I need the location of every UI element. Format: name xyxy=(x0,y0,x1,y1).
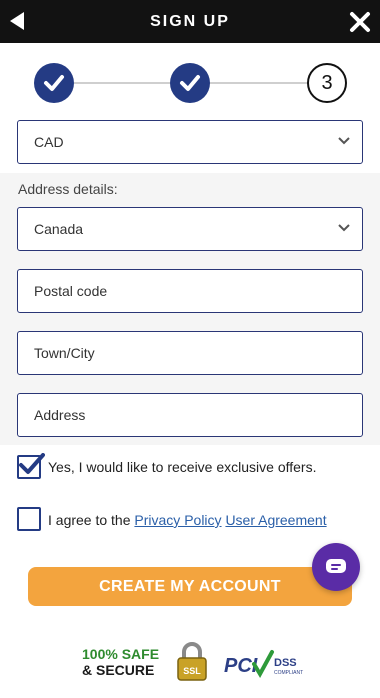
address-input[interactable]: Address xyxy=(17,393,363,437)
check-icon xyxy=(44,75,64,91)
ssl-lock-icon: SSL xyxy=(177,642,207,681)
offers-label: Yes, I would like to receive exclusive o… xyxy=(48,459,317,475)
currency-select[interactable]: CAD xyxy=(17,120,363,164)
agree-text: I agree to the Privacy Policy User Agree… xyxy=(48,512,327,528)
chat-button[interactable] xyxy=(312,543,360,591)
offers-checkbox[interactable] xyxy=(17,453,45,479)
agree-prefix: I agree to the xyxy=(48,512,131,528)
chat-icon xyxy=(326,559,346,573)
address-section-label: Address details: xyxy=(18,181,118,197)
user-agreement-link[interactable]: User Agreement xyxy=(225,512,326,528)
step-connector xyxy=(208,82,308,84)
chevron-down-icon xyxy=(338,224,350,232)
signup-screen: SIGN UP 3 CAD Address details: Canada Po… xyxy=(0,0,380,698)
city-input[interactable]: Town/City xyxy=(17,331,363,375)
step-2-complete xyxy=(170,63,210,103)
check-icon xyxy=(180,75,200,91)
compliant-text: COMPLIANT xyxy=(274,670,303,676)
privacy-policy-link[interactable]: Privacy Policy xyxy=(134,512,221,528)
postal-code-placeholder: Postal code xyxy=(34,283,108,299)
step-number: 3 xyxy=(321,71,333,94)
agree-checkbox[interactable] xyxy=(17,507,41,531)
safe-line2: & SECURE xyxy=(82,662,155,678)
country-value: Canada xyxy=(34,221,84,237)
city-placeholder: Town/City xyxy=(34,345,95,361)
step-1-complete xyxy=(34,63,74,103)
country-select[interactable]: Canada xyxy=(17,207,363,251)
pci-text: PCI xyxy=(224,655,258,677)
close-icon[interactable] xyxy=(348,10,372,34)
check-icon xyxy=(19,453,45,474)
create-account-button[interactable]: CREATE MY ACCOUNT xyxy=(28,567,352,606)
page-title: SIGN UP xyxy=(150,12,230,30)
pci-dss-badge: PCI DSS COMPLIANT xyxy=(224,650,303,679)
step-3-current: 3 xyxy=(307,63,347,103)
address-placeholder: Address xyxy=(34,407,86,423)
ssl-text: SSL xyxy=(183,666,201,676)
progress-stepper: 3 xyxy=(0,43,380,123)
safe-secure-badge: 100% SAFE & SECURE xyxy=(82,646,159,678)
security-badges: 100% SAFE & SECURE SSL PCI DSS COMPLIANT xyxy=(0,640,380,688)
step-connector xyxy=(74,82,170,84)
header-bar: SIGN UP xyxy=(0,0,380,43)
postal-code-input[interactable]: Postal code xyxy=(17,269,363,313)
create-account-label: CREATE MY ACCOUNT xyxy=(99,577,281,595)
dss-text: DSS xyxy=(274,657,297,669)
back-arrow-icon[interactable] xyxy=(8,10,28,32)
chevron-down-icon xyxy=(338,137,350,145)
safe-line1: 100% SAFE xyxy=(82,646,160,662)
currency-value: CAD xyxy=(34,134,64,150)
